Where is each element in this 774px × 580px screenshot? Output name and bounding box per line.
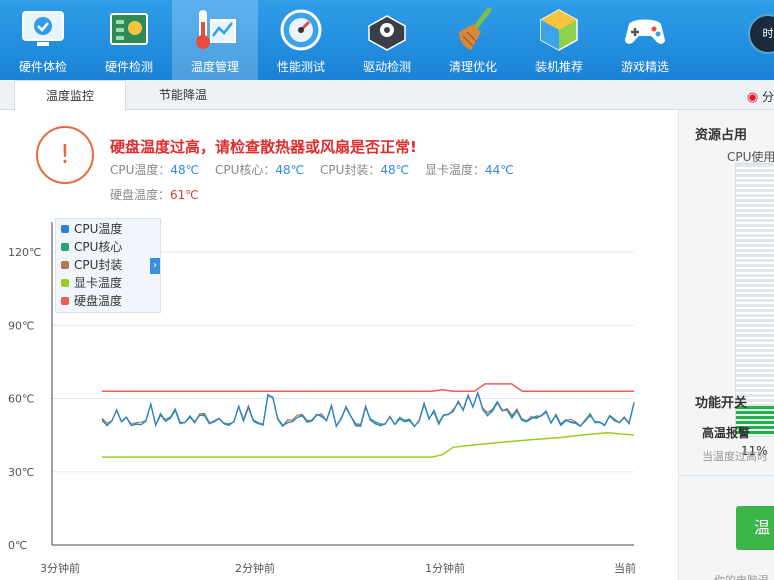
legend-swatch bbox=[61, 225, 69, 233]
x-tick-label: 1分钟前 bbox=[425, 561, 465, 575]
features-title: 功能开关 bbox=[695, 396, 748, 411]
reading-value: 61℃ bbox=[170, 188, 199, 202]
tab-temperature-monitor[interactable]: 温度监控 bbox=[14, 80, 126, 111]
legend-swatch bbox=[61, 297, 69, 305]
legend-item[interactable]: CPU温度 bbox=[61, 220, 122, 238]
legend-label: CPU温度 bbox=[74, 222, 123, 236]
y-tick-label: 90℃ bbox=[8, 319, 34, 332]
legend-item[interactable]: 硬盘温度 bbox=[61, 292, 122, 310]
gear-box-icon bbox=[368, 15, 406, 51]
legend-label: CPU封装 bbox=[74, 258, 123, 272]
reading-value: 44℃ bbox=[484, 163, 514, 177]
circuit-board-icon bbox=[110, 13, 148, 45]
disk-temperature-reading: 硬盘温度：61℃ bbox=[110, 186, 199, 203]
reading-label: 硬盘温度： bbox=[110, 188, 171, 202]
nav-label: 硬件体检 bbox=[18, 60, 67, 74]
y-tick-label: 120℃ bbox=[8, 246, 41, 259]
temperature-readings: CPU温度：48℃ CPU核心：48℃ CPU封装：48℃ 显卡温度：44℃ bbox=[110, 161, 526, 178]
weibo-icon: ◉ bbox=[746, 90, 759, 105]
nav-label: 驱动检测 bbox=[362, 60, 411, 74]
divider bbox=[679, 475, 774, 476]
legend-label: CPU核心 bbox=[74, 240, 123, 254]
reading-label: CPU温度： bbox=[110, 163, 171, 177]
series-line-cpu-core bbox=[101, 390, 635, 428]
nav-build-recommend[interactable]: 装机推荐 bbox=[516, 0, 602, 80]
high-temp-alarm-title: 高温报警 bbox=[702, 426, 751, 440]
reading-value: 48℃ bbox=[275, 163, 305, 177]
legend-label: 显卡温度 bbox=[74, 276, 123, 290]
reading-label: CPU封装： bbox=[319, 163, 381, 177]
tab-energy-cooling[interactable]: 节能降温 bbox=[126, 80, 240, 110]
legend-swatch bbox=[61, 279, 69, 287]
nav-performance-test[interactable]: 性能测试 bbox=[258, 0, 344, 80]
x-tick-label: 当前 bbox=[614, 561, 636, 575]
nav-temperature-manage[interactable]: 温度管理 bbox=[172, 0, 258, 80]
nav-hardware-detect[interactable]: 硬件检测 bbox=[86, 0, 172, 80]
legend-collapse-button[interactable]: › bbox=[150, 258, 160, 274]
footer-text: 你的电脑温 bbox=[714, 572, 769, 580]
x-tick-label: 3分钟前 bbox=[40, 561, 80, 575]
legend-swatch bbox=[61, 243, 69, 251]
resources-title: 资源占用 bbox=[695, 128, 748, 143]
x-tick-label: 2分钟前 bbox=[235, 561, 275, 575]
nav-game-picks[interactable]: 游戏精选 bbox=[602, 0, 688, 80]
nav-label: 性能测试 bbox=[276, 60, 325, 74]
gamepad-icon bbox=[625, 19, 665, 44]
user-badge[interactable]: 时 bbox=[748, 14, 774, 54]
nav-hardware-checkup[interactable]: 硬件体检 bbox=[0, 0, 86, 80]
high-temp-alarm-desc: 当温度过高时 bbox=[702, 450, 768, 463]
speedometer-icon bbox=[280, 9, 322, 51]
y-tick-label: 60℃ bbox=[8, 393, 34, 406]
legend-item[interactable]: 显卡温度 bbox=[61, 274, 122, 292]
series-line-gpu bbox=[102, 431, 635, 458]
cooling-button[interactable]: 温 bbox=[736, 506, 774, 550]
nav-label: 游戏精选 bbox=[620, 60, 669, 74]
reading-value: 48℃ bbox=[380, 163, 410, 177]
share-link[interactable]: ◉ 分 bbox=[747, 88, 774, 105]
sub-tab-bar: 温度监控 节能降温 ◉ 分 bbox=[0, 80, 774, 111]
broom-icon bbox=[459, 7, 492, 50]
share-label: 分 bbox=[761, 90, 774, 104]
top-navigation: 硬件体检 硬件检测 温度管理 性能测试 驱动检测 清理优化 装机推荐 游戏精选 … bbox=[0, 0, 774, 80]
monitor-check-icon bbox=[22, 11, 64, 46]
legend-item[interactable]: CPU核心 bbox=[61, 238, 122, 256]
nav-clean-optimize[interactable]: 清理优化 bbox=[430, 0, 516, 80]
nav-label: 硬件检测 bbox=[104, 60, 153, 74]
legend-item[interactable]: CPU封装 bbox=[61, 256, 122, 274]
cube-icon bbox=[540, 9, 578, 51]
reading-label: CPU核心： bbox=[214, 163, 276, 177]
nav-label: 清理优化 bbox=[448, 60, 497, 74]
series-line-disk bbox=[102, 383, 634, 392]
nav-driver-detect[interactable]: 驱动检测 bbox=[344, 0, 430, 80]
nav-label: 温度管理 bbox=[190, 60, 239, 74]
y-tick-label: 0℃ bbox=[8, 539, 27, 552]
thermometer-chart-icon bbox=[196, 10, 236, 49]
warning-icon: ! bbox=[36, 126, 94, 184]
reading-value: 48℃ bbox=[170, 163, 200, 177]
series-line-cpu-package bbox=[101, 390, 635, 429]
nav-label: 装机推荐 bbox=[534, 60, 583, 74]
chart-legend: CPU温度 CPU核心 CPU封装 显卡温度 硬盘温度 bbox=[55, 218, 161, 313]
alert-title: 硬盘温度过高，请检查散热器或风扇是否正常! bbox=[110, 138, 417, 156]
legend-swatch bbox=[61, 261, 69, 269]
reading-label: 显卡温度： bbox=[424, 163, 485, 177]
y-tick-label: 30℃ bbox=[8, 466, 34, 479]
legend-label: 硬盘温度 bbox=[74, 294, 123, 308]
